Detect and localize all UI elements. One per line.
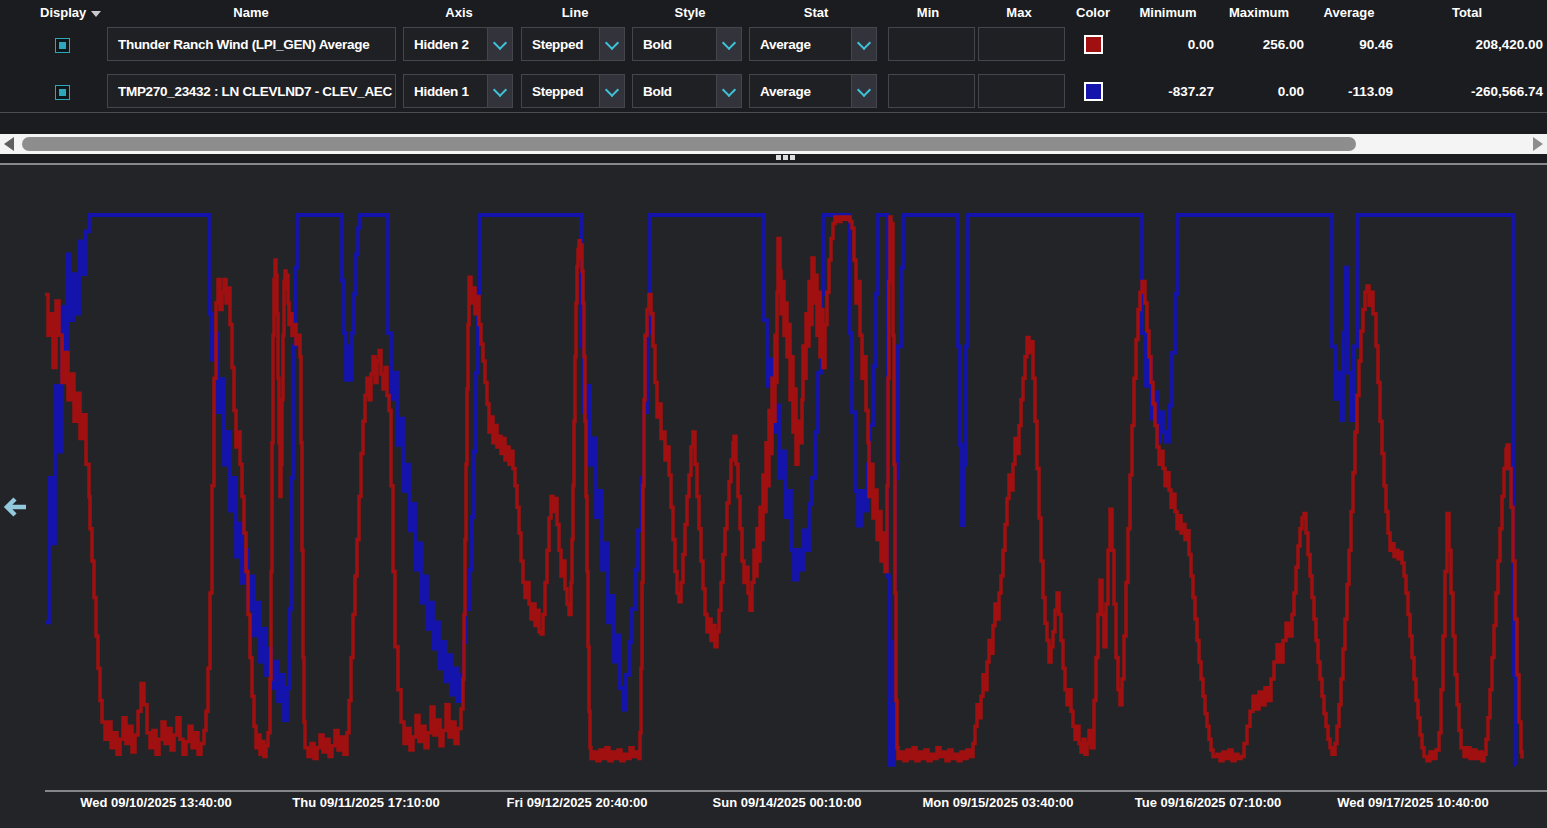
minimum-value: 0.00 — [1114, 27, 1214, 61]
color-swatch[interactable] — [1084, 82, 1103, 101]
header-line: Line — [562, 5, 589, 20]
header-stat: Stat — [804, 5, 829, 20]
max-input[interactable] — [978, 27, 1065, 61]
header-display[interactable]: Display — [40, 5, 101, 20]
header-total: Total — [1452, 5, 1482, 20]
x-axis-label: Mon 09/15/2025 03:40:00 — [922, 795, 1073, 810]
header-min: Min — [917, 5, 939, 20]
header-name: Name — [233, 5, 268, 20]
collapse-panel-arrow-icon[interactable] — [2, 494, 28, 520]
chevron-down-icon — [722, 82, 736, 96]
minimum-value: -837.27 — [1114, 74, 1214, 108]
header-minimum: Minimum — [1139, 5, 1196, 20]
header-color: Color — [1076, 5, 1110, 20]
x-axis-label: Sun 09/14/2025 00:10:00 — [713, 795, 862, 810]
maximum-value: 0.00 — [1204, 74, 1304, 108]
chevron-down-icon — [493, 82, 507, 96]
min-input[interactable] — [888, 27, 975, 61]
axis-select[interactable]: Hidden 2 — [403, 27, 488, 61]
color-swatch[interactable] — [1084, 35, 1103, 54]
average-value: 90.46 — [1293, 27, 1393, 61]
x-axis-label: Wed 09/17/2025 10:40:00 — [1337, 795, 1489, 810]
splitter-band — [0, 154, 1547, 163]
axis-select[interactable]: Hidden 1 — [403, 74, 488, 108]
header-max: Max — [1006, 5, 1031, 20]
x-axis-label: Wed 09/10/2025 13:40:00 — [80, 795, 232, 810]
line-dropdown-button[interactable] — [600, 74, 625, 108]
style-dropdown-button[interactable] — [717, 74, 742, 108]
display-dropdown-caret-icon — [91, 11, 101, 17]
total-value: 208,420.00 — [1423, 27, 1543, 61]
display-checkbox[interactable] — [55, 38, 70, 53]
x-axis-label: Tue 09/16/2025 07:10:00 — [1135, 795, 1281, 810]
header-maximum: Maximum — [1229, 5, 1289, 20]
style-dropdown-button[interactable] — [717, 27, 742, 61]
scrollbar-thumb[interactable] — [22, 137, 1356, 151]
style-select[interactable]: Bold — [632, 27, 717, 61]
x-axis-label: Fri 09/12/2025 20:40:00 — [507, 795, 648, 810]
display-checkbox[interactable] — [55, 85, 70, 100]
stat-dropdown-button[interactable] — [852, 74, 877, 108]
maximum-value: 256.00 — [1204, 27, 1304, 61]
name-input[interactable]: TMP270_23432 : LN CLEVLND7 - CLEV_AEC — [107, 74, 396, 108]
scroll-right-arrow-icon[interactable] — [1533, 137, 1543, 151]
chart-plot[interactable] — [0, 165, 1547, 828]
line-select[interactable]: Stepped — [521, 27, 600, 61]
axis-dropdown-button[interactable] — [488, 74, 513, 108]
splitter-drag-handle[interactable] — [776, 155, 795, 160]
min-input[interactable] — [888, 74, 975, 108]
average-value: -113.09 — [1293, 74, 1393, 108]
line-dropdown-button[interactable] — [600, 27, 625, 61]
chevron-down-icon — [722, 35, 736, 49]
total-value: -260,566.74 — [1423, 74, 1543, 108]
name-input[interactable]: Thunder Ranch Wind (LPI_GEN) Average — [107, 27, 396, 61]
chevron-down-icon — [493, 35, 507, 49]
axis-dropdown-button[interactable] — [488, 27, 513, 61]
stat-select[interactable]: Average — [749, 74, 852, 108]
max-input[interactable] — [978, 74, 1065, 108]
x-axis-labels: Wed 09/10/2025 13:40:00 Thu 09/11/2025 17… — [0, 795, 1547, 815]
header-style: Style — [674, 5, 705, 20]
series-config-panel: Display Name Axis Line Style Stat Min Ma… — [0, 0, 1547, 134]
chevron-down-icon — [857, 82, 871, 96]
stat-dropdown-button[interactable] — [852, 27, 877, 61]
header-axis: Axis — [445, 5, 472, 20]
chevron-down-icon — [605, 82, 619, 96]
style-select[interactable]: Bold — [632, 74, 717, 108]
header-average: Average — [1324, 5, 1375, 20]
table-bottom-divider — [0, 112, 1547, 113]
chevron-down-icon — [857, 35, 871, 49]
line-select[interactable]: Stepped — [521, 74, 600, 108]
stat-select[interactable]: Average — [749, 27, 852, 61]
x-axis-label: Thu 09/11/2025 17:10:00 — [292, 795, 439, 810]
horizontal-scrollbar[interactable] — [0, 134, 1547, 154]
chevron-down-icon — [605, 35, 619, 49]
scroll-left-arrow-icon[interactable] — [4, 137, 14, 151]
